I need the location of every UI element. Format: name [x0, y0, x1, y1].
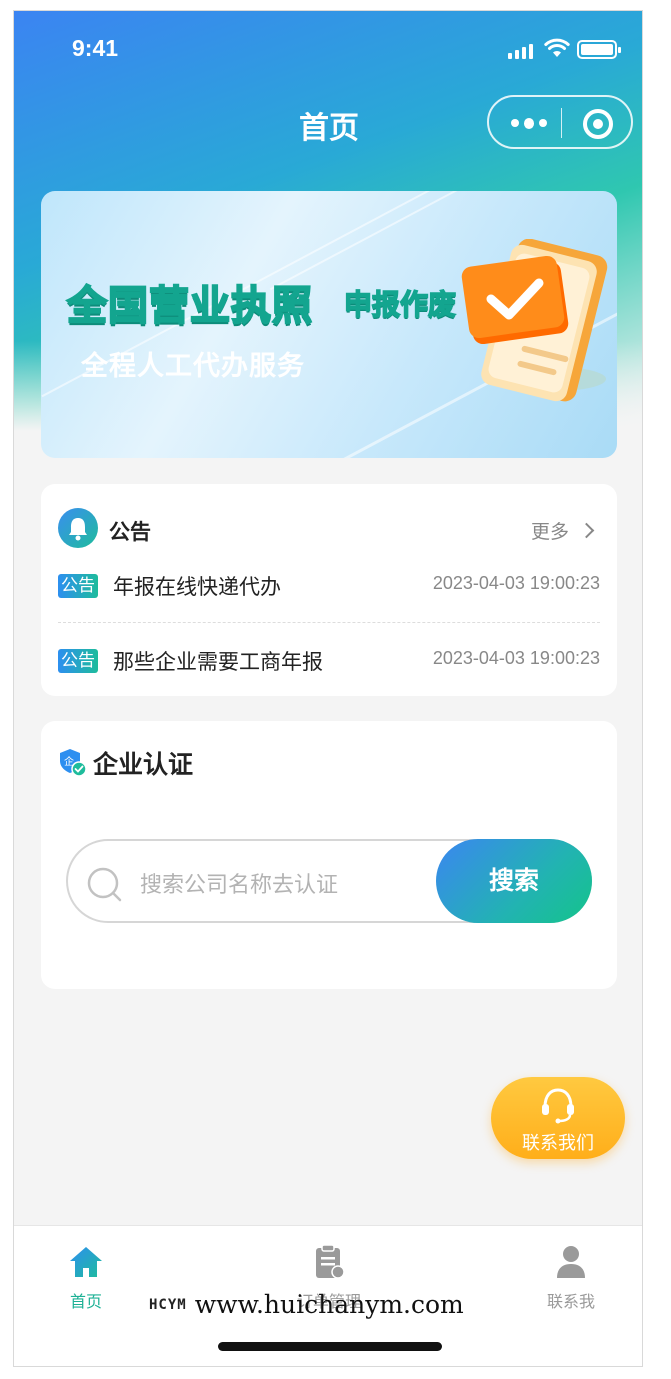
miniprogram-capsule	[487, 95, 633, 149]
chevron-right-icon	[578, 522, 595, 539]
more-dots-icon[interactable]	[511, 116, 547, 130]
phone-screen: 9:41 首页 全国营业执照 申报作废 全程人工代办服务 公告 更多 公告 年报…	[13, 10, 643, 1367]
order-clipboard-icon	[316, 1244, 345, 1279]
notice-date: 2023-04-03 19:00:23	[432, 573, 600, 593]
tab-home[interactable]: 首页	[36, 1240, 136, 1312]
notice-item[interactable]: 公告 那些企业需要工商年报 2023-04-03 19:00:23	[58, 645, 600, 681]
search-icon	[87, 867, 122, 902]
search-button[interactable]: 搜索	[436, 839, 592, 923]
notice-item[interactable]: 公告 年报在线快递代办 2023-04-03 19:00:23	[58, 570, 600, 606]
battery-icon	[577, 40, 621, 59]
banner-subtitle: 申报作废	[343, 287, 457, 322]
home-icon	[70, 1247, 102, 1277]
more-label: 更多	[531, 521, 570, 543]
notice-card: 公告 更多 公告 年报在线快递代办 2023-04-03 19:00:23 公告…	[41, 484, 617, 696]
company-search-bar: 搜索公司名称去认证 搜索	[66, 839, 592, 923]
tab-bar: 首页 订单管理 联系我 HCYM www.huichanym.com	[14, 1225, 642, 1366]
enterprise-heading: 企业认证	[93, 750, 194, 779]
tab-home-label: 首页	[69, 1292, 102, 1311]
banner-tagline: 全程人工代办服务	[81, 351, 305, 382]
promo-banner[interactable]: 全国营业执照 申报作废 全程人工代办服务	[41, 191, 617, 458]
tab-contact-me[interactable]: 联系我	[521, 1240, 621, 1312]
contact-us-button[interactable]: 联系我们	[491, 1077, 625, 1159]
wifi-icon	[544, 38, 570, 57]
notice-title: 那些企业需要工商年报	[113, 650, 323, 674]
contact-us-label: 联系我们	[522, 1133, 594, 1154]
notice-date: 2023-04-03 19:00:23	[432, 648, 600, 668]
user-icon	[557, 1246, 585, 1278]
status-time: 9:41	[72, 35, 119, 61]
cellular-signal-icon	[508, 43, 533, 59]
watermark-url: www.huichanym.com	[194, 1290, 464, 1319]
tab-contact-me-label: 联系我	[546, 1292, 595, 1311]
notice-divider	[58, 622, 600, 623]
banner-title: 全国营业执照	[66, 282, 313, 330]
bell-icon	[58, 508, 98, 548]
close-target-icon[interactable]	[583, 109, 613, 139]
notice-tag: 公告	[58, 574, 98, 598]
document-check-icon	[461, 239, 608, 402]
shield-verified-icon: 企	[60, 749, 87, 777]
search-input[interactable]: 搜索公司名称去认证	[140, 867, 338, 899]
notice-more-link[interactable]: 更多	[531, 517, 595, 544]
capsule-divider	[561, 108, 562, 138]
watermark: HCYM www.huichanym.com	[149, 1290, 464, 1319]
watermark-logo: HCYM	[149, 1296, 187, 1313]
status-bar: 9:41	[14, 11, 642, 91]
notice-title: 年报在线快递代办	[113, 575, 281, 599]
headset-icon	[542, 1088, 574, 1124]
home-indicator	[218, 1342, 442, 1351]
notice-tag: 公告	[58, 649, 98, 673]
notice-heading: 公告	[109, 520, 151, 544]
enterprise-verify-card: 企 企业认证 搜索公司名称去认证 搜索	[41, 721, 617, 989]
